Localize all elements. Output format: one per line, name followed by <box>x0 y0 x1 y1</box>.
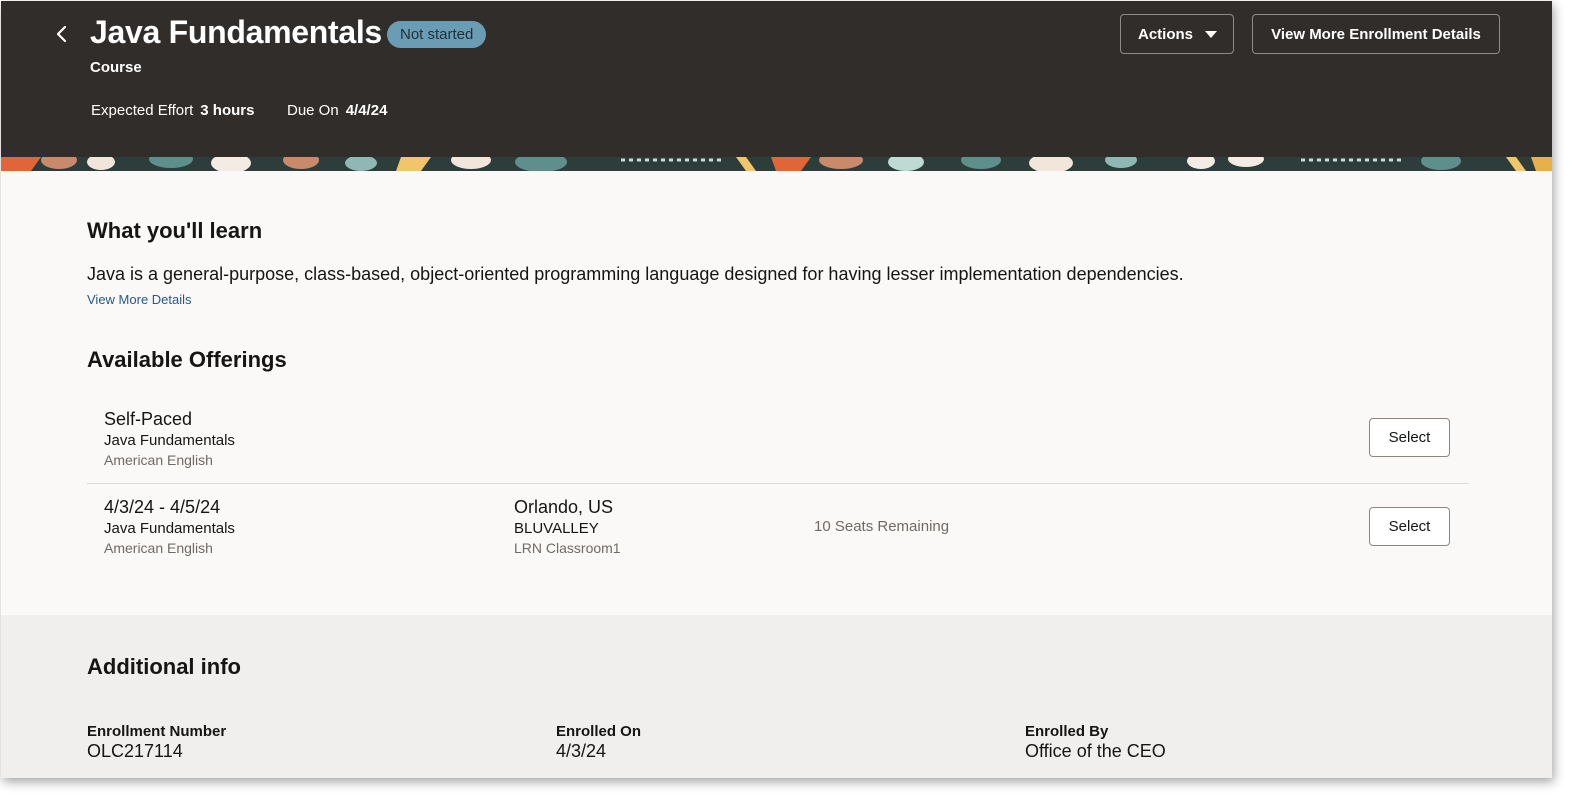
offering-facility: BLUVALLEY <box>514 520 599 537</box>
status-badge: Not started <box>387 21 487 48</box>
offering-language: American English <box>104 540 213 556</box>
view-more-details-link[interactable]: View More Details <box>87 292 192 307</box>
due-date-value: 4/4/24 <box>345 102 388 119</box>
decorative-banner <box>1 157 1552 171</box>
enrollment-number-value: OLC217114 <box>87 741 183 761</box>
chevron-left-icon <box>56 25 67 43</box>
expected-effort: Expected Effort 3 hours <box>91 102 254 119</box>
learn-heading: What you'll learn <box>87 218 263 243</box>
enrolled-by-value: Office of the CEO <box>1025 741 1166 761</box>
page-header: Java Fundamentals Not started Course Exp… <box>1 1 1552 157</box>
expected-effort-value: 3 hours <box>200 102 255 119</box>
back-button[interactable] <box>49 19 77 49</box>
page-title: Java Fundamentals <box>90 14 382 50</box>
actions-menu-button[interactable]: Actions <box>1120 14 1234 54</box>
enrollment-number-label: Enrollment Number <box>87 723 227 740</box>
seats-remaining: 10 Seats Remaining <box>814 518 950 535</box>
course-detail-page: Java Fundamentals Not started Course Exp… <box>1 1 1552 778</box>
offering-title: Self-Paced <box>104 409 193 429</box>
offering-course: Java Fundamentals <box>104 432 235 449</box>
enrolled-on-label: Enrolled On <box>556 723 642 740</box>
course-description: Java is a general-purpose, class-based, … <box>87 264 1184 284</box>
due-date-label: Due On <box>287 102 339 119</box>
divider <box>87 483 1469 484</box>
additional-info-section: Additional info Enrollment Number OLC217… <box>1 615 1552 778</box>
content-type-label: Course <box>90 59 142 76</box>
offering-title: 4/3/24 - 4/5/24 <box>104 497 221 517</box>
offering-course: Java Fundamentals <box>104 520 235 537</box>
main-content: What you'll learn Java is a general-purp… <box>1 171 1552 615</box>
offering-room: LRN Classroom1 <box>514 540 621 556</box>
select-offering-button[interactable]: Select <box>1369 507 1450 546</box>
view-more-enrollment-details-button[interactable]: View More Enrollment Details <box>1252 14 1500 54</box>
enrolled-on-value: 4/3/24 <box>556 741 607 761</box>
caret-down-icon <box>1205 31 1217 38</box>
offering-language: American English <box>104 452 213 468</box>
offerings-heading: Available Offerings <box>87 347 287 372</box>
due-date: Due On 4/4/24 <box>287 102 387 119</box>
additional-info-heading: Additional info <box>87 654 241 679</box>
expected-effort-label: Expected Effort <box>91 102 194 119</box>
offering-location: Orlando, US <box>514 497 614 517</box>
select-offering-button[interactable]: Select <box>1369 418 1450 457</box>
enrolled-by-label: Enrolled By <box>1025 723 1109 740</box>
actions-label: Actions <box>1138 26 1194 43</box>
banner-pattern <box>1 157 1552 171</box>
